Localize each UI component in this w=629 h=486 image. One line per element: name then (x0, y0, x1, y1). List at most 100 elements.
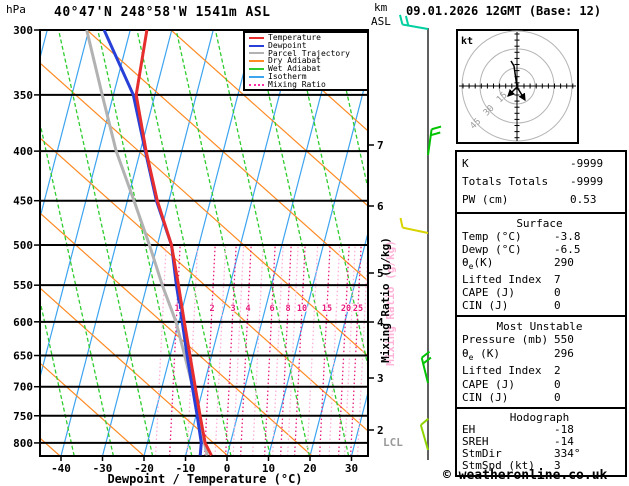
table-row-label: Lifted Index (462, 273, 542, 287)
table-row-value: 550 (554, 333, 574, 347)
table-row: Pressure (mb) 550 (462, 333, 625, 346)
table-row-label: Pressure (mb) (462, 333, 549, 347)
pressure-unit-label: hPa (6, 3, 26, 16)
station-title: 40°47'N 248°58'W 1541m ASL (54, 5, 271, 20)
pressure-tick-label: 650 (13, 350, 33, 363)
legend-item: Mixing Ratio (245, 80, 367, 89)
pressure-tick-label: 750 (13, 410, 33, 423)
mixing-ratio-line (318, 243, 331, 456)
altitude-unit-label: km (374, 1, 388, 14)
table-section-hodograph: Hodograph EH -18 SREH -14 StmDir 334° StmSpd (k… (457, 409, 625, 475)
table-row: Temp (°C) -3.8 (462, 230, 625, 243)
table-row-value: 0 (554, 299, 561, 313)
mixing-ratio-line (154, 243, 167, 456)
temp-axis: -40 -30 -20 -10 0 10 20 30Dewpoint / Temperatur… (51, 456, 358, 486)
wind-barb-shaft (402, 226, 429, 234)
pressure-tick-label: 600 (13, 316, 33, 329)
mixing-ratio-value: 25 (353, 304, 363, 314)
mixing-axis-label: Mixing Ratio (g/kg) (379, 237, 392, 363)
table-row: K -9999 (462, 155, 625, 173)
table-row-value: -9999 (570, 157, 604, 170)
wind-barb-column (399, 14, 442, 460)
pressure-tick-label: 550 (13, 279, 33, 292)
wind-barb-shaft (419, 424, 429, 451)
table-row-value: -9999 (570, 175, 604, 188)
table-section-most-unstable: Most Unstable Pressure (mb) 550 θe (K) 296 Li… (457, 317, 625, 410)
mixing-ratio-value: 20 (341, 304, 351, 314)
km-tick-label: 6 (377, 200, 384, 213)
table-section: K -9999 Totals Totals -9999 PW (cm) 0.53 (457, 152, 625, 214)
copyright-link[interactable]: © weatheronline.co.uk (443, 468, 607, 483)
mixing-ratio-value: 6 (269, 304, 274, 314)
wind-barb (399, 217, 429, 234)
table-row-label: CAPE (J) (462, 286, 515, 300)
mixing-ratio-value: 3 (230, 304, 235, 314)
legend-swatch-wet-adiabat (249, 68, 264, 71)
temp-tick-label: 30 (345, 462, 358, 475)
table-row: CAPE (J) 0 (462, 286, 625, 299)
lcl-label: LCL (383, 436, 403, 449)
table-row-value: 0.53 (570, 193, 597, 206)
chart-legend: Temperature Dewpoint Parcel Trajectory Dry … (243, 31, 369, 91)
altitude-asl-label: ASL (371, 15, 391, 28)
table-row-label: Dewp (°C) (462, 243, 522, 256)
pressure-tick-label: 300 (13, 24, 33, 37)
parcel-trajectory-curve (85, 30, 209, 456)
legend-swatch-temperature (249, 36, 264, 39)
hodograph-unit-label: kt (461, 36, 473, 47)
table-row-label: Totals Totals (462, 175, 549, 188)
mixing-ratio-value: 10 (297, 304, 307, 314)
wind-barb-tick (430, 131, 441, 137)
pressure-tick-label: 800 (13, 437, 33, 450)
table-row-value: 0 (554, 286, 561, 300)
pressure-tick-label: 700 (13, 381, 33, 394)
wind-barb-tick (431, 125, 442, 131)
table-row-label: Lifted Index (462, 364, 542, 378)
table-row: CIN (J) 0 (462, 299, 625, 312)
pressure-tick-label: 400 (13, 145, 33, 158)
mixing-ratio-value: 15 (322, 304, 332, 314)
table-row-label: θe (K) (462, 346, 500, 362)
table-row-value: 7 (554, 273, 561, 287)
table-row: Lifted Index 2 (462, 364, 625, 377)
temp-tick-label: -40 (51, 462, 71, 475)
table-row: θe(K) 290 (462, 256, 625, 273)
wind-barb-tick (399, 217, 404, 228)
table-row-value: 0 (554, 390, 561, 404)
table-row: CIN (J) 0 (462, 391, 625, 404)
wind-barb-tick (399, 14, 404, 25)
temp-tick-label: 20 (303, 462, 316, 475)
table-row-label: Temp (°C) (462, 230, 522, 243)
mixing-ratio-value: 8 (285, 304, 290, 314)
legend-swatch-dry-adiabat (249, 60, 264, 63)
wind-barb (420, 350, 432, 384)
table-row-value: -3.8 (554, 230, 581, 243)
table-row-value: 0 (554, 377, 561, 391)
table-section-header: Hodograph (509, 411, 570, 425)
mixing-ratio-value: 4 (245, 304, 250, 314)
pressure-tick-label: 500 (13, 239, 33, 252)
table-row-value: -6.5 (554, 243, 581, 256)
indices-table: K -9999 Totals Totals -9999 PW (cm) 0.53 Surfa… (455, 150, 627, 478)
table-section-header: Surface (516, 217, 563, 230)
table-row: Lifted Index 7 (462, 273, 625, 286)
pressure-tick-label: 450 (13, 195, 33, 208)
table-section-surface: Surface Temp (°C) -3.8 Dewp (°C) -6.5 θe(K) 29… (457, 214, 625, 318)
mixing-ratio-line (343, 243, 356, 456)
table-row: θe (K) 296 (462, 347, 625, 364)
table-row: PW (cm) 0.53 (462, 191, 625, 209)
table-row-label: PW (cm) (462, 193, 509, 206)
mixing-ratio-value: 2 (209, 304, 214, 314)
legend-swatch-parcel-trajectory (249, 52, 264, 55)
table-row-label: CIN (J) (462, 390, 509, 404)
isotherm-line (0, 30, 6, 456)
table-row-label: CAPE (J) (462, 377, 515, 391)
legend-swatch-dewpoint (249, 44, 264, 47)
wind-barb (427, 125, 442, 156)
table-row: CAPE (J) 0 (462, 378, 625, 391)
run-datetime: 09.01.2026 12GMT (Base: 12) (406, 4, 602, 18)
legend-swatch-isotherm (249, 75, 264, 78)
table-row: Dewp (°C) -6.5 (462, 243, 625, 256)
table-row-value: 296 (554, 346, 574, 360)
pressure-tick-label: 350 (13, 89, 33, 102)
